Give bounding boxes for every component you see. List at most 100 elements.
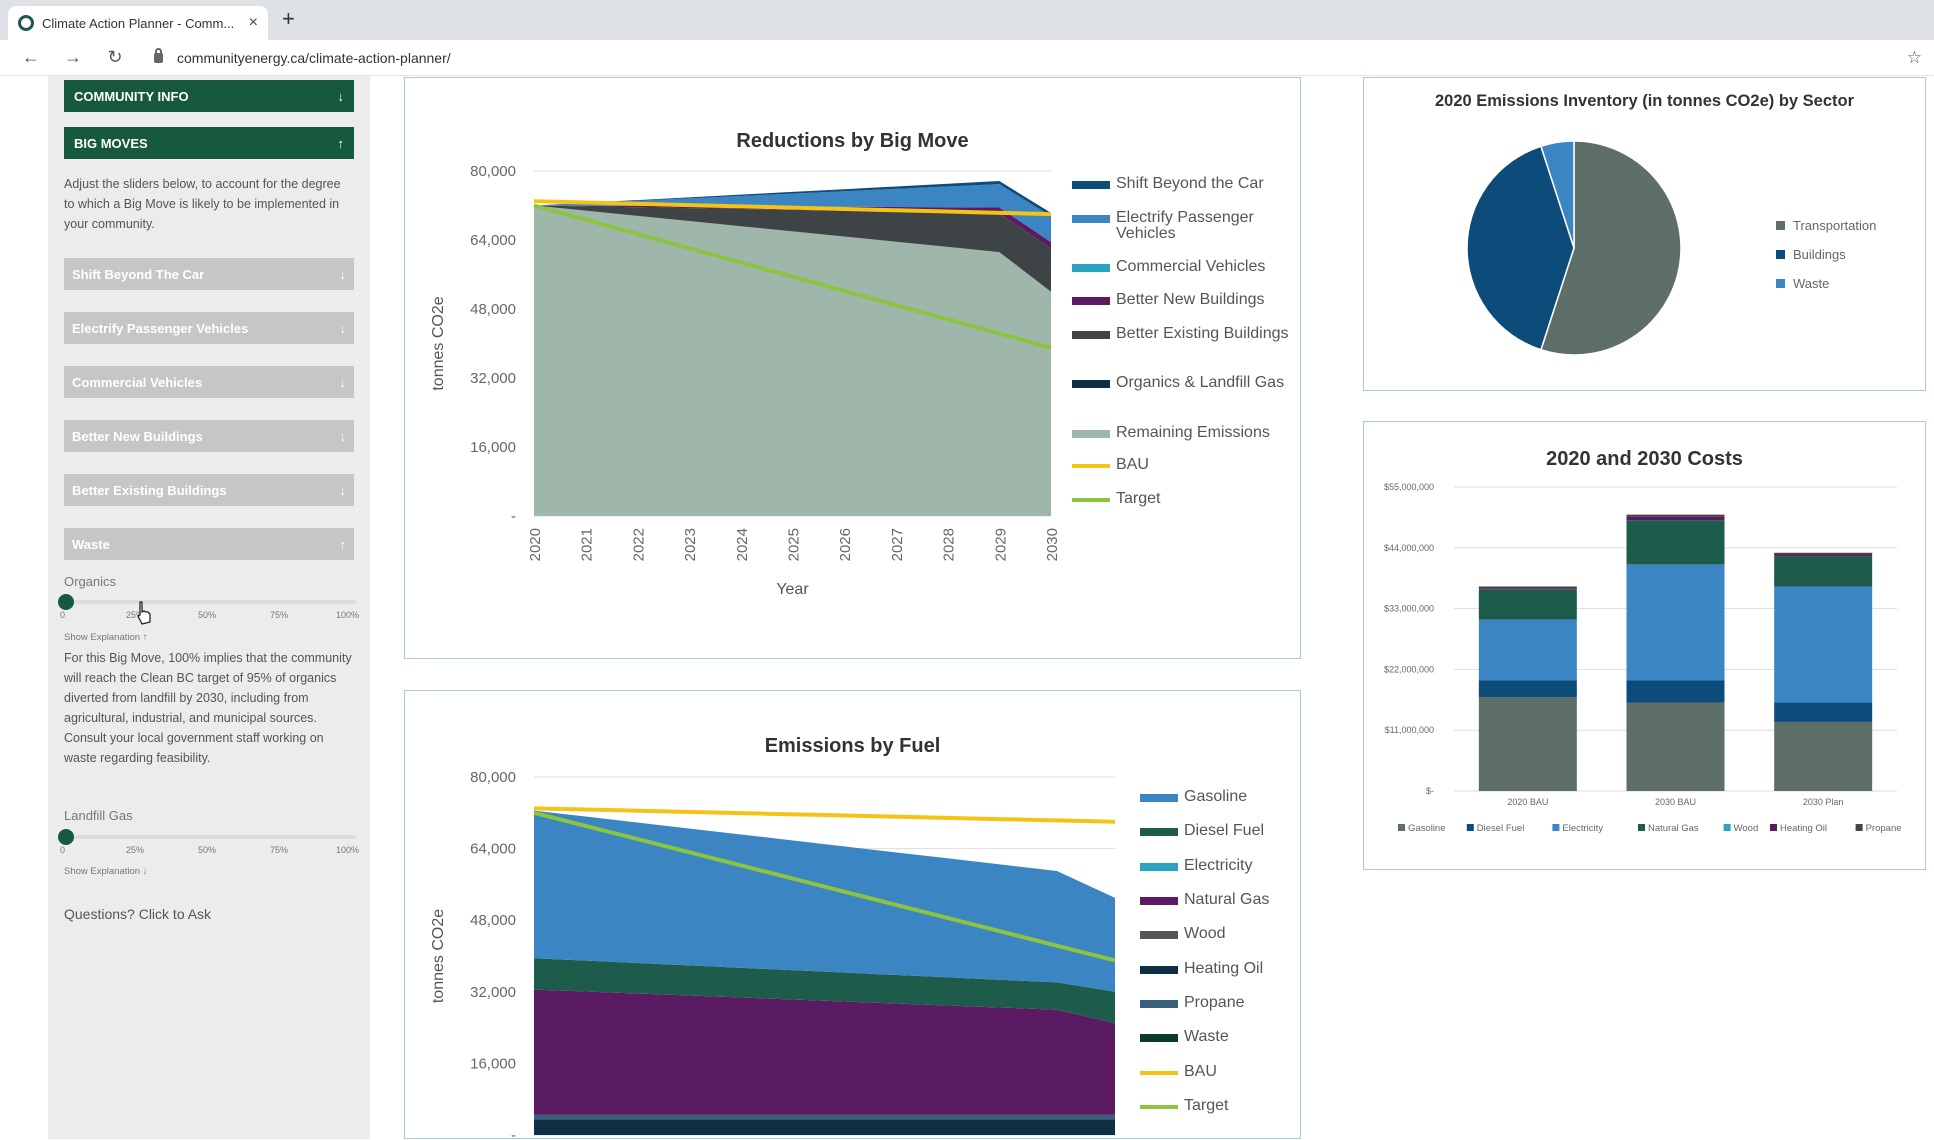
legend-item-shift-beyond-the-car[interactable]: Shift Beyond the Car (1072, 176, 1292, 192)
bar-segment-gasoline (1478, 697, 1577, 791)
legend-item-gasoline[interactable]: Gasoline (1140, 789, 1294, 805)
y-tick-label: 32,000 (470, 370, 516, 387)
legend-item-buildings[interactable]: Buildings (1776, 247, 1846, 262)
legend-label: Diesel Fuel (1184, 822, 1265, 839)
reductions-chart: 80,000 64,000 48,000 32,000 16,000 -2020 2021 2… (430, 163, 1061, 598)
chevron-up-icon: ↑ (337, 135, 345, 151)
emissions-by-fuel-panel: Emissions by Fuel 80,000 64,000 48,000 32,0… (404, 690, 1301, 1140)
legend-label: Organics & Landfill Gas (1116, 374, 1285, 391)
legend-swatch (1140, 828, 1178, 836)
landfill-gas-slider[interactable] (58, 829, 356, 845)
move-better-existing-buildings[interactable]: Better Existing Buildings ↓ (64, 474, 354, 506)
back-arrow-icon[interactable]: ← (20, 47, 42, 68)
legend-item-target[interactable]: Target (1140, 1098, 1294, 1114)
new-tab-icon[interactable]: + (282, 6, 295, 32)
move-better-new-buildings[interactable]: Better New Buildings ↓ (64, 420, 354, 452)
move-waste[interactable]: Waste ↑ (64, 528, 354, 560)
organics-slider[interactable] (58, 594, 356, 610)
legend-swatch (1140, 931, 1178, 939)
y-tick-label: $11,000,000 (1385, 725, 1434, 735)
move-label: Better Existing Buildings (72, 482, 227, 498)
costs-panel: 2020 and 2030 Costs $55,000,000 $44,000,0… (1363, 421, 1926, 870)
legend-swatch (1140, 1000, 1178, 1008)
community-info-header[interactable]: COMMUNITY INFO ↓ (64, 80, 354, 112)
legend-item-waste[interactable]: Waste (1776, 276, 1829, 291)
tab-close-icon[interactable]: × (249, 14, 258, 32)
organics-label: Organics (64, 574, 117, 589)
legend-item-bau[interactable]: BAU (1072, 457, 1292, 473)
move-label: Commercial Vehicles (72, 374, 203, 390)
move-shift-beyond-car[interactable]: Shift Beyond The Car ↓ (64, 258, 354, 290)
tick-label: 50% (198, 845, 217, 855)
legend-item-target[interactable]: Target (1072, 491, 1292, 507)
legend-label: Better New Buildings (1116, 291, 1265, 308)
tick-label: 50% (198, 610, 217, 620)
bar-segment-electricity (1478, 619, 1577, 681)
landfill-gas-show-explanation[interactable]: Show Explanation ↓ (64, 866, 147, 877)
legend-item-heating-oil[interactable]: Heating Oil (1140, 961, 1294, 977)
chevron-down-icon: ↓ (339, 374, 347, 390)
legend-item-remaining-emissions[interactable]: Remaining Emissions (1072, 425, 1292, 441)
y-axis-label: tonnes CO2e (430, 909, 447, 1003)
legend-item-diesel-fuel[interactable]: Diesel Fuel (1140, 823, 1294, 839)
legend-swatch-heating-oil (1770, 824, 1777, 831)
x-tick-label: 2026 (837, 528, 854, 561)
big-moves-header[interactable]: BIG MOVES ↑ (64, 127, 354, 159)
organics-slider-handle[interactable] (58, 594, 74, 610)
legend-label-heating-oil: Heating Oil (1780, 823, 1827, 834)
legend-swatch-propane (1855, 824, 1863, 831)
legend-item-electrify-passenger-vehicles[interactable]: Electrify Passenger Vehicles (1072, 210, 1292, 242)
line-bau (533, 806, 1116, 824)
legend-swatch (1140, 966, 1178, 974)
legend-item-propane[interactable]: Propane (1140, 995, 1294, 1011)
bookmark-star-icon[interactable]: ☆ (1907, 48, 1922, 68)
legend-item-electricity[interactable]: Electricity (1140, 858, 1294, 874)
browser-tab[interactable]: Climate Action Planner - Comm... × (8, 6, 268, 40)
tick-label: 100% (336, 845, 360, 855)
organics-show-explanation[interactable]: Show Explanation ↑ (64, 632, 147, 643)
community-info-label: COMMUNITY INFO (74, 88, 189, 104)
move-electrify-passenger-vehicles[interactable]: Electrify Passenger Vehicles ↓ (64, 312, 354, 344)
emissions-by-fuel-legend: Gasoline Diesel Fuel Electricity Natural Ga… (1140, 789, 1295, 1129)
costs-chart: $55,000,000 $44,000,000 $33,000,000 $22,000… (1384, 482, 1902, 834)
landfill-gas-slider-handle[interactable] (58, 829, 74, 845)
reload-icon[interactable]: ↻ (104, 47, 126, 68)
legend-label: Shift Beyond the Car (1116, 175, 1264, 192)
forward-arrow-icon[interactable]: → (62, 47, 84, 68)
legend-item-better-new-buildings[interactable]: Better New Buildings (1072, 292, 1292, 308)
legend-item-organics-landfill-gas[interactable]: Organics & Landfill Gas (1072, 375, 1292, 391)
legend-label: Waste (1184, 1028, 1229, 1045)
url-field[interactable]: communityenergy.ca/climate-action-planne… (154, 47, 451, 66)
chevron-down-icon: ↓ (339, 266, 347, 282)
legend-label: Remaining Emissions (1116, 424, 1270, 441)
legend-item-better-existing-buildings[interactable]: Better Existing Buildings (1072, 326, 1292, 342)
legend-item-bau[interactable]: BAU (1140, 1064, 1294, 1080)
y-tick-label: - (511, 1127, 516, 1140)
questions-link[interactable]: Questions? Click to Ask (64, 906, 211, 922)
move-label: Waste (72, 536, 110, 552)
x-tick-label: 2021 (579, 528, 596, 561)
legend-item-waste[interactable]: Waste (1140, 1029, 1294, 1045)
legend-item-commercial-vehicles[interactable]: Commercial Vehicles (1072, 259, 1292, 275)
chevron-down-icon: ↓ (339, 320, 347, 336)
y-tick-label: 16,000 (470, 439, 516, 456)
x-tick-label: 2020 BAU (1507, 797, 1548, 807)
bar-segment-heating-oil (1478, 588, 1577, 590)
legend-label: Better Existing Buildings (1116, 325, 1289, 342)
legend-label-gasoline: Gasoline (1408, 823, 1446, 834)
legend-item-natural-gas[interactable]: Natural Gas (1140, 892, 1294, 908)
bar-segment-diesel-fuel (1626, 680, 1725, 703)
legend-swatch-natural-gas (1638, 824, 1645, 831)
organics-explanation: For this Big Move, 100% implies that the… (64, 651, 352, 765)
legend-swatch (1072, 430, 1110, 438)
bar-segment-diesel-fuel (1774, 702, 1873, 722)
legend-item-transportation[interactable]: Transportation (1776, 218, 1876, 233)
bar-segment-electricity (1626, 564, 1725, 681)
legend-swatch (1140, 1034, 1178, 1042)
tick-label: 100% (336, 610, 360, 620)
move-commercial-vehicles[interactable]: Commercial Vehicles ↓ (64, 366, 354, 398)
legend-item-wood[interactable]: Wood (1140, 926, 1294, 942)
legend-swatch (1072, 215, 1110, 223)
y-tick-label: 16,000 (470, 1055, 516, 1072)
move-label: Better New Buildings (72, 428, 203, 444)
